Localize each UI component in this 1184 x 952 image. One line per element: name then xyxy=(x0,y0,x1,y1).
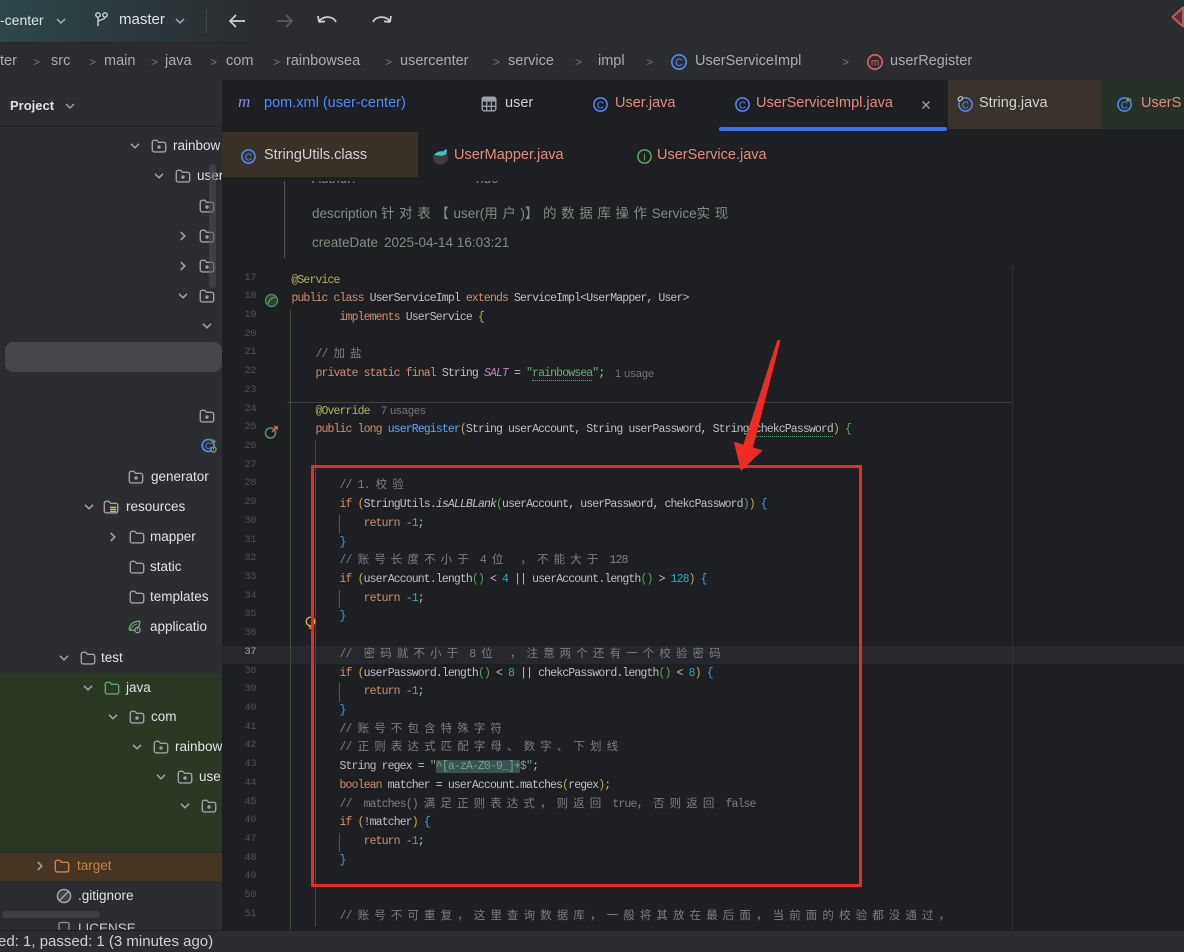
svg-text:C: C xyxy=(739,100,746,111)
svg-text:I: I xyxy=(643,152,646,163)
svg-text:C: C xyxy=(597,100,604,111)
svg-text:C: C xyxy=(1121,100,1128,111)
svg-text:C: C xyxy=(245,152,252,163)
svg-text:C: C xyxy=(962,100,969,111)
svg-text:m: m xyxy=(871,58,879,69)
svg-text:C: C xyxy=(675,57,683,69)
